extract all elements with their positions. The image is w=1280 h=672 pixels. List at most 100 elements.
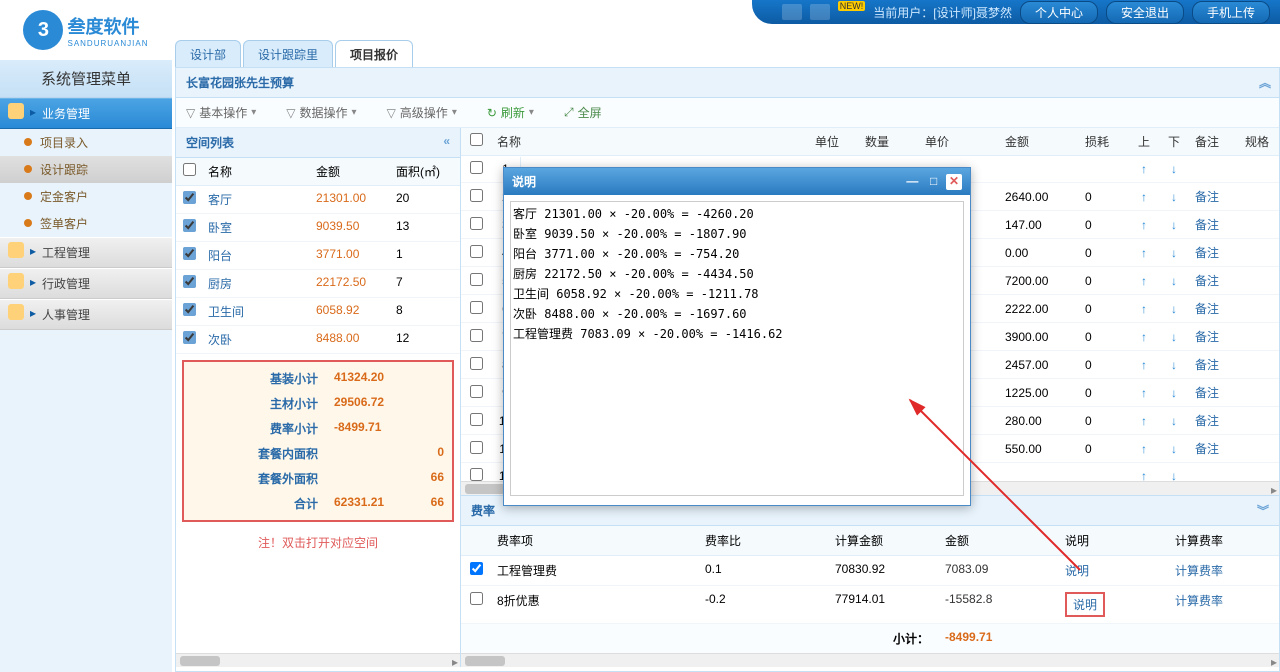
space-row-check[interactable] bbox=[183, 275, 196, 288]
move-up-icon[interactable]: ↑ bbox=[1129, 269, 1159, 293]
item-row-check[interactable] bbox=[470, 245, 483, 258]
item-row-check[interactable] bbox=[470, 413, 483, 426]
space-row-check[interactable] bbox=[183, 191, 196, 204]
note-link[interactable]: 备注 bbox=[1189, 351, 1239, 378]
panel-collapse-icon[interactable]: « bbox=[443, 134, 450, 151]
fee-desc-link[interactable]: 说明 bbox=[1065, 592, 1105, 617]
dialog-close-icon[interactable]: ✕ bbox=[946, 174, 962, 190]
move-down-icon[interactable]: ↓ bbox=[1159, 325, 1189, 349]
move-up-icon[interactable]: ↑ bbox=[1129, 325, 1159, 349]
note-link[interactable]: 备注 bbox=[1189, 435, 1239, 462]
space-row-check[interactable] bbox=[183, 303, 196, 316]
note-link[interactable] bbox=[1189, 164, 1239, 174]
fee-collapse-icon[interactable]: ︾ bbox=[1257, 502, 1269, 519]
description-textarea[interactable] bbox=[510, 201, 964, 496]
space-row-check[interactable] bbox=[183, 247, 196, 260]
space-row-check[interactable] bbox=[183, 219, 196, 232]
mobile-upload-button[interactable]: 手机上传 bbox=[1192, 1, 1270, 24]
fee-row[interactable]: 工程管理费0.170830.92 7083.09说明 计算费率 bbox=[461, 556, 1279, 586]
move-up-icon[interactable]: ↑ bbox=[1129, 353, 1159, 377]
fee-row[interactable]: 8折优惠-0.277914.01 -15582.8说明 计算费率 bbox=[461, 586, 1279, 624]
move-up-icon[interactable]: ↑ bbox=[1129, 185, 1159, 209]
move-up-icon[interactable]: ↑ bbox=[1129, 464, 1159, 481]
tab[interactable]: 设计部 bbox=[175, 40, 241, 68]
space-check-all[interactable] bbox=[183, 163, 196, 176]
sidebar-group[interactable]: ▸工程管理 bbox=[0, 237, 172, 268]
sidebar-group[interactable]: ▸行政管理 bbox=[0, 268, 172, 299]
fullscreen-button[interactable]: ⤢ 全屏 bbox=[564, 104, 602, 121]
item-row-check[interactable] bbox=[470, 161, 483, 174]
item-row-check[interactable] bbox=[470, 357, 483, 370]
move-down-icon[interactable]: ↓ bbox=[1159, 381, 1189, 405]
item-row-check[interactable] bbox=[470, 329, 483, 342]
move-down-icon[interactable]: ↓ bbox=[1159, 241, 1189, 265]
move-down-icon[interactable]: ↓ bbox=[1159, 409, 1189, 433]
dialog-minimize-icon[interactable]: — bbox=[903, 174, 921, 188]
move-down-icon[interactable]: ↓ bbox=[1159, 353, 1189, 377]
move-up-icon[interactable]: ↑ bbox=[1129, 213, 1159, 237]
logout-button[interactable]: 安全退出 bbox=[1106, 1, 1184, 24]
tab[interactable]: 项目报价 bbox=[335, 40, 413, 68]
adv-ops-menu[interactable]: ▽高级操作▾ bbox=[387, 104, 457, 121]
move-down-icon[interactable]: ↓ bbox=[1159, 213, 1189, 237]
move-up-icon[interactable]: ↑ bbox=[1129, 409, 1159, 433]
note-link[interactable]: 备注 bbox=[1189, 211, 1239, 238]
basic-ops-menu[interactable]: ▽基本操作▾ bbox=[186, 104, 256, 121]
space-row[interactable]: 卧室9039.5013 bbox=[176, 214, 460, 242]
sidebar-item[interactable]: 定金客户 bbox=[0, 183, 172, 210]
move-up-icon[interactable]: ↑ bbox=[1129, 241, 1159, 265]
move-down-icon[interactable]: ↓ bbox=[1159, 437, 1189, 461]
item-row-check[interactable] bbox=[470, 468, 483, 481]
space-row[interactable]: 厨房22172.507 bbox=[176, 270, 460, 298]
hscroll-left[interactable]: ▸ bbox=[176, 653, 460, 667]
space-row[interactable]: 卫生间6058.928 bbox=[176, 298, 460, 326]
note-link[interactable]: 备注 bbox=[1189, 295, 1239, 322]
sidebar-item[interactable]: 设计跟踪 bbox=[0, 156, 172, 183]
move-down-icon[interactable]: ↓ bbox=[1159, 464, 1189, 481]
move-up-icon[interactable]: ↑ bbox=[1129, 381, 1159, 405]
profile-button[interactable]: 个人中心 bbox=[1020, 1, 1098, 24]
data-ops-menu[interactable]: ▽数据操作▾ bbox=[286, 104, 356, 121]
sidebar-group[interactable]: ▸人事管理 bbox=[0, 299, 172, 330]
hscroll-fee[interactable]: ▸ bbox=[461, 653, 1279, 667]
item-check-all[interactable] bbox=[470, 133, 483, 146]
note-link[interactable]: 备注 bbox=[1189, 183, 1239, 210]
item-row-check[interactable] bbox=[470, 189, 483, 202]
move-up-icon[interactable]: ↑ bbox=[1129, 157, 1159, 181]
sidebar-item[interactable]: 项目录入 bbox=[0, 129, 172, 156]
move-down-icon[interactable]: ↓ bbox=[1159, 185, 1189, 209]
fee-row-check[interactable] bbox=[470, 562, 483, 575]
move-down-icon[interactable]: ↓ bbox=[1159, 157, 1189, 181]
note-link[interactable] bbox=[1189, 471, 1239, 481]
mail-icon[interactable] bbox=[782, 4, 802, 20]
space-row[interactable]: 阳台3771.001 bbox=[176, 242, 460, 270]
note-link[interactable]: 备注 bbox=[1189, 379, 1239, 406]
move-up-icon[interactable]: ↑ bbox=[1129, 437, 1159, 461]
refresh-button[interactable]: ↻ 刷新▾ bbox=[487, 104, 534, 121]
move-up-icon[interactable]: ↑ bbox=[1129, 297, 1159, 321]
fee-row-check[interactable] bbox=[470, 592, 483, 605]
fee-calc-link[interactable]: 计算费率 bbox=[1169, 586, 1279, 623]
collapse-icon[interactable]: ︽ bbox=[1259, 74, 1271, 91]
sidebar-item[interactable]: 签单客户 bbox=[0, 210, 172, 237]
fee-calc-link[interactable]: 计算费率 bbox=[1169, 556, 1279, 585]
note-link[interactable]: 备注 bbox=[1189, 323, 1239, 350]
item-row-check[interactable] bbox=[470, 301, 483, 314]
note-link[interactable]: 备注 bbox=[1189, 407, 1239, 434]
item-row-check[interactable] bbox=[470, 441, 483, 454]
tab[interactable]: 设计跟踪里 bbox=[243, 40, 333, 68]
space-row[interactable]: 客厅21301.0020 bbox=[176, 186, 460, 214]
space-row-check[interactable] bbox=[183, 331, 196, 344]
envelope-icon[interactable] bbox=[810, 4, 830, 20]
item-row-check[interactable] bbox=[470, 385, 483, 398]
note-link[interactable]: 备注 bbox=[1189, 267, 1239, 294]
item-row-check[interactable] bbox=[470, 217, 483, 230]
sidebar-group[interactable]: ▸业务管理 bbox=[0, 98, 172, 129]
space-row[interactable]: 次卧8488.0012 bbox=[176, 326, 460, 354]
move-down-icon[interactable]: ↓ bbox=[1159, 269, 1189, 293]
item-row-check[interactable] bbox=[470, 273, 483, 286]
fee-desc-link[interactable]: 说明 bbox=[1065, 564, 1089, 578]
note-link[interactable]: 备注 bbox=[1189, 239, 1239, 266]
dialog-maximize-icon[interactable]: □ bbox=[925, 174, 943, 188]
move-down-icon[interactable]: ↓ bbox=[1159, 297, 1189, 321]
